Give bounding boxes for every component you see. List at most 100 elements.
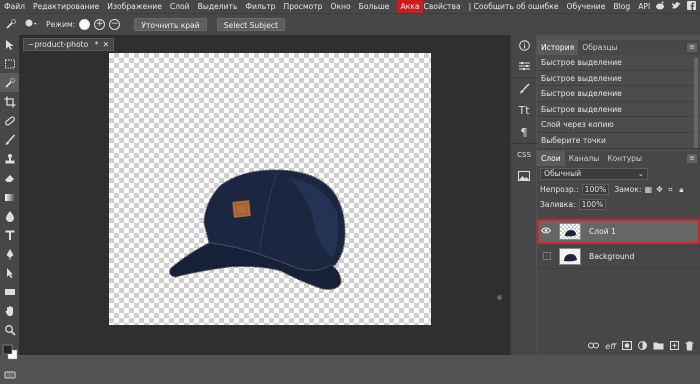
brush-settings-icon[interactable] <box>511 77 537 99</box>
zoom-tool-icon[interactable] <box>0 320 19 339</box>
layer-thumbnail <box>559 247 581 265</box>
quick-selection-icon[interactable] <box>4 18 18 32</box>
lock-all-icon[interactable]: 🔒︎ <box>677 185 685 194</box>
lock-artboard-icon[interactable]: ⌗ <box>666 185 674 194</box>
history-panel: История Образцы ≡ Быстрое выделение Быст… <box>537 40 700 150</box>
text-tool-icon[interactable] <box>0 225 19 244</box>
folder-icon[interactable] <box>653 341 664 352</box>
properties-icon[interactable] <box>511 55 537 77</box>
menu-api[interactable]: API <box>634 0 654 13</box>
mask-icon[interactable] <box>622 341 632 352</box>
fill-row: Заливка: 100% <box>540 199 697 210</box>
gradient-tool-icon[interactable] <box>0 187 19 206</box>
history-menu-icon[interactable]: ≡ <box>687 43 697 52</box>
menu-file[interactable]: Файл <box>0 0 29 13</box>
history-item[interactable]: Быстрое выделение <box>537 70 700 87</box>
panel-strip: Tt ¶ CSS <box>510 35 537 355</box>
layer-row[interactable]: Слой 1 <box>537 219 700 244</box>
lock-position-icon[interactable]: ✥ <box>655 185 663 194</box>
color-swatches-icon[interactable] <box>0 339 19 365</box>
path-select-tool-icon[interactable] <box>0 263 19 282</box>
history-scrollbar[interactable] <box>694 58 698 148</box>
history-item[interactable]: Быстрое выделение <box>537 101 700 118</box>
visibility-toggle-icon[interactable] <box>543 252 551 260</box>
refine-edge-button[interactable]: Уточнить край <box>134 18 207 31</box>
mode-subtract-icon[interactable]: − <box>109 19 121 30</box>
account-button[interactable]: Акка <box>397 0 423 13</box>
quick-selection-tool-icon[interactable] <box>0 73 19 92</box>
link-icon[interactable] <box>588 342 600 351</box>
menu-window[interactable]: Окно <box>326 0 354 13</box>
quick-mask-icon[interactable] <box>0 365 19 384</box>
rectangle-tool-icon[interactable] <box>0 282 19 301</box>
layer-thumbnail <box>559 222 581 240</box>
menu-select[interactable]: Выделить <box>194 0 242 13</box>
document-tab[interactable]: ~product-photo * ✕ <box>23 38 114 51</box>
menu-blog[interactable]: Blog <box>609 0 634 13</box>
tab-paths[interactable]: Контуры <box>603 151 646 166</box>
document-area: ~product-photo * ✕ <box>19 35 510 355</box>
tab-layers[interactable]: Слои <box>537 151 565 166</box>
lock-label: Замок: <box>614 185 642 194</box>
image-icon[interactable] <box>511 165 537 187</box>
options-bar: Режим: + − Уточнить край Select Subject <box>0 13 700 35</box>
menu-report-bug[interactable]: | Сообщить об ошибке <box>465 0 563 13</box>
layer-row[interactable]: Background <box>537 244 700 269</box>
marquee-tool-icon[interactable] <box>0 54 19 73</box>
menu-image[interactable]: Изображение <box>103 0 166 13</box>
history-item[interactable]: Выберите точки <box>537 132 700 149</box>
opacity-row: Непрозр.: 100% Замок: ▦ ✥ ⌗ 🔒︎ <box>540 184 697 195</box>
menu-view[interactable]: Просмотр <box>280 0 327 13</box>
menu-filter[interactable]: Фильтр <box>241 0 279 13</box>
brush-tool-icon[interactable] <box>0 130 19 149</box>
effects-icon[interactable]: eff <box>605 342 616 351</box>
css-icon[interactable]: CSS <box>511 143 537 165</box>
clone-stamp-tool-icon[interactable] <box>0 149 19 168</box>
fill-field[interactable]: 100% <box>578 199 607 210</box>
select-subject-button[interactable]: Select Subject <box>216 18 285 31</box>
move-tool-icon[interactable] <box>0 35 19 54</box>
facebook-icon[interactable] <box>687 0 696 13</box>
delete-icon[interactable] <box>685 341 694 353</box>
eraser-tool-icon[interactable] <box>0 168 19 187</box>
new-layer-icon[interactable] <box>670 341 679 352</box>
blur-tool-icon[interactable] <box>0 206 19 225</box>
menu-learn[interactable]: Обучение <box>563 0 610 13</box>
layer-name: Background <box>589 251 635 261</box>
mode-add-icon[interactable]: + <box>94 19 106 30</box>
history-item[interactable]: Быстрое выделение <box>537 55 700 71</box>
social-icons <box>655 0 696 13</box>
character-icon[interactable]: Tt <box>511 99 537 121</box>
tab-channels[interactable]: Каналы <box>565 151 604 166</box>
menu-properties[interactable]: Свойства <box>423 0 465 13</box>
healing-tool-icon[interactable] <box>0 111 19 130</box>
opacity-label: Непрозр.: <box>540 185 579 194</box>
layers-menu-icon[interactable]: ≡ <box>687 154 697 163</box>
document-modified-marker: * <box>94 40 99 49</box>
reddit-icon[interactable] <box>655 1 665 13</box>
eye-icon[interactable] <box>540 227 553 236</box>
crop-tool-icon[interactable] <box>0 92 19 111</box>
brush-size-icon[interactable] <box>24 18 38 32</box>
close-tab-icon[interactable]: ✕ <box>103 39 109 51</box>
tab-history[interactable]: История <box>537 40 579 55</box>
history-item[interactable]: Слой через копию <box>537 117 700 133</box>
blend-mode-select[interactable]: Обычный ⌄ <box>540 168 648 180</box>
menu-more[interactable]: Больше <box>355 0 394 13</box>
hand-tool-icon[interactable] <box>0 301 19 320</box>
history-item[interactable]: Быстрое выделение <box>537 86 700 102</box>
menu-layer[interactable]: Слой <box>166 0 194 13</box>
lock-transparency-icon[interactable]: ▦ <box>644 185 653 194</box>
pen-tool-icon[interactable] <box>0 244 19 263</box>
canvas-nav-dot[interactable] <box>497 295 502 300</box>
menu-edit[interactable]: Редактирование <box>29 0 103 13</box>
paragraph-icon[interactable]: ¶ <box>511 121 537 143</box>
info-icon[interactable] <box>511 35 537 55</box>
menubar: Файл Редактирование Изображение Слой Выд… <box>0 0 700 13</box>
tab-swatches[interactable]: Образцы <box>578 40 621 55</box>
canvas[interactable] <box>109 53 431 325</box>
opacity-field[interactable]: 100% <box>581 184 610 195</box>
twitter-icon[interactable] <box>671 1 681 13</box>
adjustment-icon[interactable] <box>638 341 647 352</box>
mode-new-selection-icon[interactable] <box>79 19 91 30</box>
